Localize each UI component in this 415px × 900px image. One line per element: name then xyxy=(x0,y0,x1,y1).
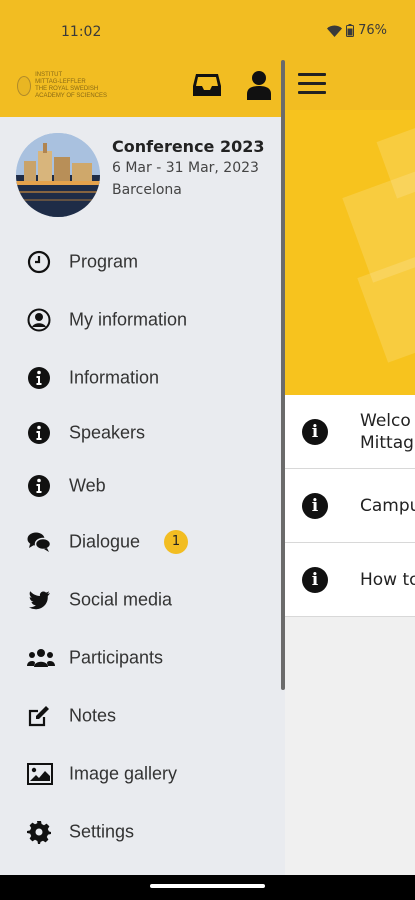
info-list: i Welco Mittag i Campu i How to xyxy=(285,395,415,617)
users-icon xyxy=(27,649,55,667)
info-icon xyxy=(28,367,50,389)
conference-location: Barcelona xyxy=(112,182,182,198)
menu-item-dialogue[interactable]: Dialogue 1 xyxy=(0,513,280,571)
menu-item-label: Notes xyxy=(69,705,117,726)
info-icon: i xyxy=(302,418,328,445)
menu-item-label: Information xyxy=(69,367,160,388)
notification-badge: 1 xyxy=(164,530,188,554)
list-item-title: How to xyxy=(360,569,415,590)
conference-dates: 6 Mar - 31 Mar, 2023 xyxy=(112,160,259,176)
navigation-drawer: INSTITUT MITTAG-LEFFLER THE ROYAL SWEDISH … xyxy=(0,60,285,875)
menu-item-label: Social media xyxy=(69,589,173,610)
list-item-title: Campu xyxy=(360,495,415,516)
image-icon xyxy=(27,763,53,785)
menu-item-label: Participants xyxy=(69,647,164,668)
info-icon xyxy=(28,475,50,497)
conference-title: Conference 2023 xyxy=(112,137,265,156)
user-icon[interactable] xyxy=(246,70,272,100)
hero-banner xyxy=(285,110,415,395)
status-bar: 11:02 76% xyxy=(0,0,415,60)
twitter-icon xyxy=(29,591,50,610)
info-icon: i xyxy=(302,566,328,593)
gear-icon xyxy=(27,821,51,844)
system-nav-bar xyxy=(0,875,415,900)
menu-item-label: Speakers xyxy=(69,422,146,443)
status-icons: 76% xyxy=(327,23,387,38)
menu-item-label: Program xyxy=(69,251,139,272)
menu-item-program[interactable]: Program xyxy=(0,233,280,291)
drawer-menu: Program My information Information Speak… xyxy=(0,233,280,861)
menu-item-settings[interactable]: Settings xyxy=(0,803,280,861)
institute-logo: INSTITUT MITTAG-LEFFLER THE ROYAL SWEDISH … xyxy=(17,72,127,99)
info-icon xyxy=(28,422,50,444)
battery-icon xyxy=(346,24,355,37)
menu-item-label: Dialogue xyxy=(69,531,141,552)
logo-seal xyxy=(17,76,32,96)
menu-item-participants[interactable]: Participants xyxy=(0,629,280,687)
list-item[interactable]: i How to xyxy=(285,543,415,617)
hamburger-menu-icon[interactable] xyxy=(298,70,328,100)
status-time: 11:02 xyxy=(61,24,102,40)
drawer-header: INSTITUT MITTAG-LEFFLER THE ROYAL SWEDISH … xyxy=(0,60,285,117)
wifi-icon xyxy=(327,25,343,37)
menu-item-my-information[interactable]: My information xyxy=(0,291,280,349)
user-circle-icon xyxy=(27,308,51,332)
battery-level: 76% xyxy=(358,23,387,38)
conference-image xyxy=(16,133,100,217)
inbox-icon[interactable] xyxy=(192,72,222,98)
list-item-title: Welco xyxy=(360,410,411,431)
menu-item-notes[interactable]: Notes xyxy=(0,687,280,745)
menu-item-label: Image gallery xyxy=(69,763,178,784)
menu-item-web[interactable]: Web xyxy=(0,459,280,513)
menu-item-label: Settings xyxy=(69,821,135,842)
home-gesture-bar[interactable] xyxy=(150,884,265,888)
menu-item-label: Web xyxy=(69,475,106,496)
list-item[interactable]: i Welco Mittag xyxy=(285,395,415,469)
menu-item-social-media[interactable]: Social media xyxy=(0,571,280,629)
conference-header[interactable]: Conference 2023 6 Mar - 31 Mar, 2023 Bar… xyxy=(16,133,276,217)
list-item-title-cont: Mittag xyxy=(360,432,414,453)
list-item[interactable]: i Campu xyxy=(285,469,415,543)
drawer-scrollbar[interactable] xyxy=(281,60,285,690)
menu-item-speakers[interactable]: Speakers xyxy=(0,407,280,459)
info-icon: i xyxy=(302,492,328,519)
menu-item-label: My information xyxy=(69,309,188,330)
edit-icon xyxy=(28,706,49,727)
chat-icon xyxy=(27,532,51,552)
clock-icon xyxy=(27,250,51,274)
menu-item-image-gallery[interactable]: Image gallery xyxy=(0,745,280,803)
menu-item-information[interactable]: Information xyxy=(0,349,280,407)
